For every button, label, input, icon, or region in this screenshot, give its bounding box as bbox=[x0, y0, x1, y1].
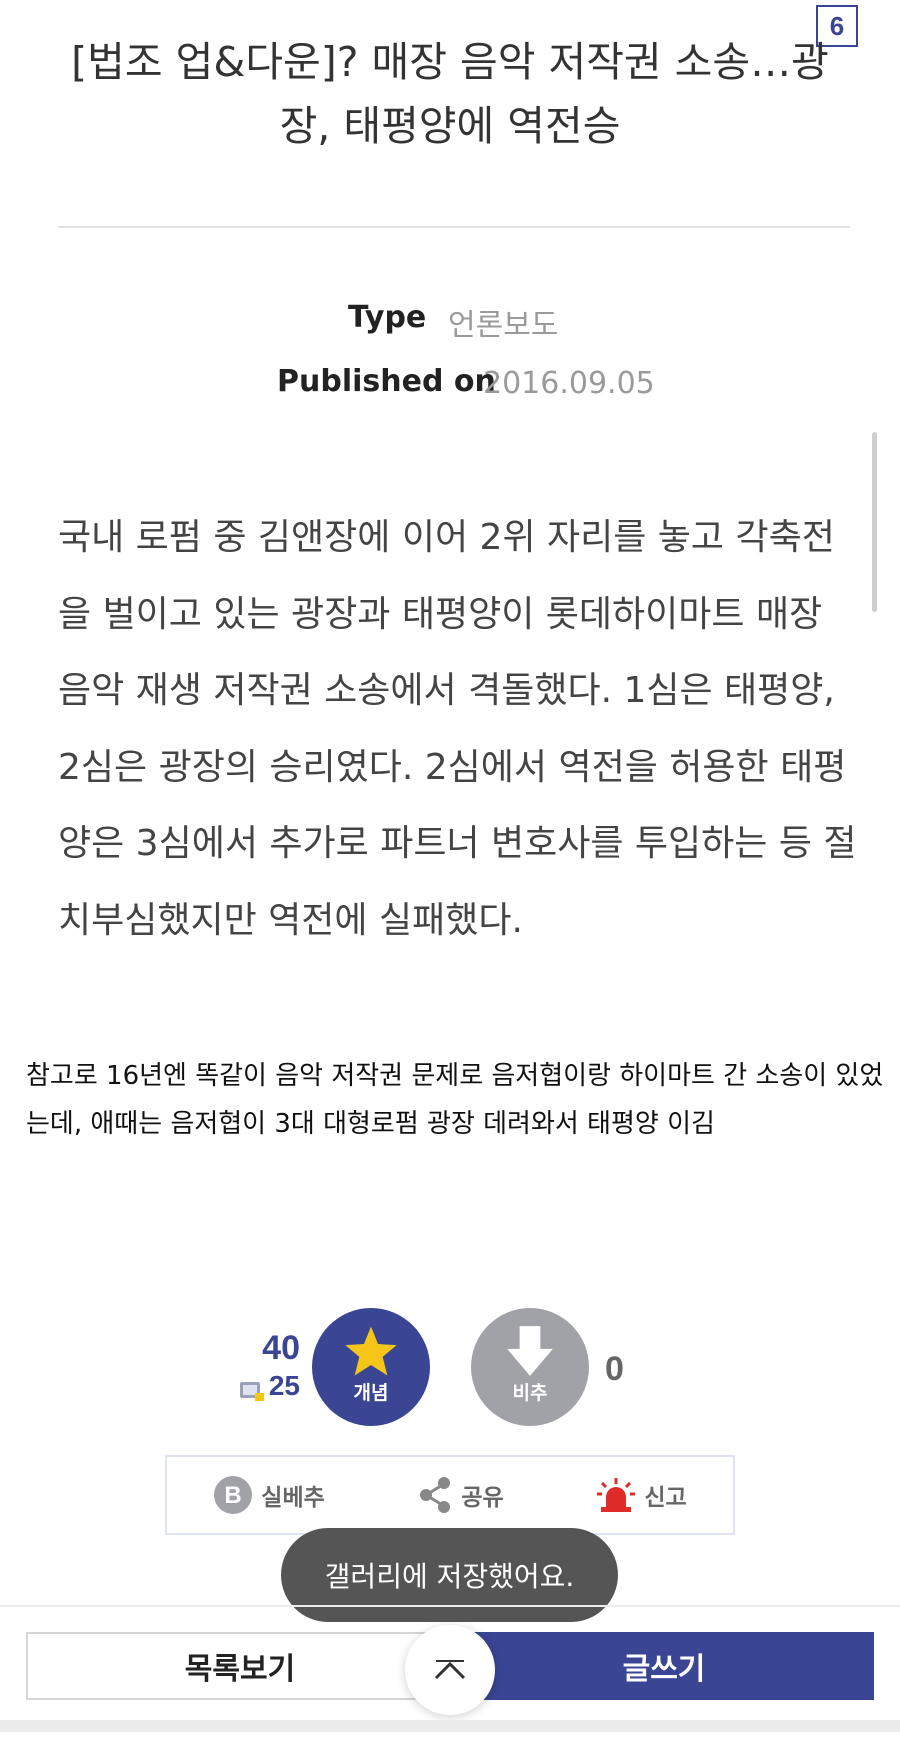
share-label: 공유 bbox=[461, 1485, 504, 1511]
meta-type-row: Type 언론보도 bbox=[348, 300, 558, 343]
best-b-icon: B bbox=[213, 1475, 253, 1515]
chevron-up-icon bbox=[434, 1660, 466, 1680]
report-label: 신고 bbox=[644, 1485, 687, 1511]
scrollbar[interactable] bbox=[872, 432, 877, 612]
list-view-button[interactable]: 목록보기 bbox=[26, 1632, 454, 1700]
arrow-down-icon bbox=[507, 1325, 553, 1376]
best-recommend-button[interactable]: B 실베추 bbox=[213, 1475, 325, 1515]
star-icon bbox=[345, 1326, 397, 1375]
bottom-bar bbox=[0, 1720, 900, 1732]
meta-published-label: Published on bbox=[277, 364, 496, 399]
upvote-button[interactable]: 개념 bbox=[312, 1308, 430, 1426]
article-body: 국내 로펌 중 김앤장에 이어 2위 자리를 놓고 각축전을 벌이고 있는 광장… bbox=[58, 517, 857, 941]
meta-published-row: Published on 2016.09.05 bbox=[277, 364, 655, 401]
siren-icon bbox=[596, 1477, 636, 1513]
meta-type-value: 언론보도 bbox=[448, 308, 559, 343]
upvote-counts: 40 25 bbox=[200, 1328, 300, 1404]
scroll-top-button[interactable] bbox=[405, 1625, 495, 1715]
bottom-separator bbox=[0, 1605, 900, 1607]
write-button[interactable]: 글쓰기 bbox=[454, 1632, 874, 1700]
post-actions: B 실베추 공유 신고 bbox=[165, 1455, 735, 1535]
upvote-sub-count: 25 bbox=[268, 1370, 300, 1401]
downvote-button[interactable]: 비추 bbox=[471, 1308, 589, 1426]
downvote-count: 0 bbox=[605, 1350, 624, 1388]
meta-published-value: 2016.09.05 bbox=[483, 366, 655, 401]
report-button[interactable]: 신고 bbox=[596, 1477, 687, 1513]
downvote-label: 비추 bbox=[512, 1381, 548, 1404]
meta-type-label: Type bbox=[348, 300, 427, 335]
upvote-count: 40 bbox=[262, 1329, 300, 1367]
svg-text:B: B bbox=[225, 1482, 242, 1509]
upvote-sub-count-row: 25 bbox=[200, 1368, 300, 1404]
article-title: [법조 업&다운]? 매장 음악 저작권 소송…광장, 태평양에 역전승 bbox=[71, 38, 829, 150]
share-icon bbox=[417, 1476, 453, 1514]
post-note: 참고로 16년엔 똑같이 음악 저작권 문제로 음저협이랑 하이마트 간 소송이… bbox=[26, 1061, 884, 1139]
fixed-user-icon bbox=[239, 1375, 265, 1401]
upvote-label: 개념 bbox=[353, 1381, 389, 1404]
toast-message: 갤러리에 저장했어요. bbox=[281, 1528, 618, 1622]
share-button[interactable]: 공유 bbox=[417, 1476, 504, 1514]
title-divider bbox=[58, 226, 850, 228]
best-recommend-label: 실베추 bbox=[261, 1485, 325, 1511]
